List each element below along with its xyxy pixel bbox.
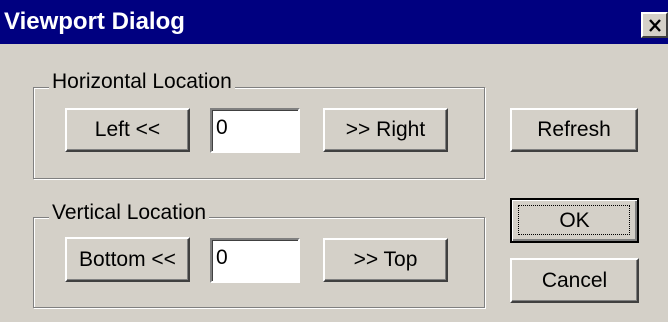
vertical-location-input[interactable] [216, 243, 294, 273]
close-button[interactable] [641, 12, 668, 38]
left-button[interactable]: Left << [65, 108, 190, 152]
close-icon [648, 18, 661, 32]
right-button[interactable]: >> Right [323, 108, 448, 152]
horizontal-location-label: Horizontal Location [49, 71, 235, 93]
horizontal-location-input[interactable] [216, 113, 294, 143]
title-bar[interactable]: Viewport Dialog [0, 0, 668, 44]
vertical-location-field[interactable] [210, 238, 300, 283]
bottom-button[interactable]: Bottom << [65, 237, 190, 282]
ok-button[interactable]: OK [510, 198, 639, 243]
top-button[interactable]: >> Top [323, 238, 448, 282]
window-title: Viewport Dialog [4, 8, 185, 35]
refresh-button[interactable]: Refresh [510, 108, 638, 152]
horizontal-location-field[interactable] [210, 108, 300, 153]
viewport-dialog: Viewport Dialog Horizontal Location Left… [0, 0, 668, 327]
cancel-button[interactable]: Cancel [510, 258, 639, 303]
window-bottom-edge [0, 322, 668, 327]
vertical-location-label: Vertical Location [49, 202, 210, 224]
